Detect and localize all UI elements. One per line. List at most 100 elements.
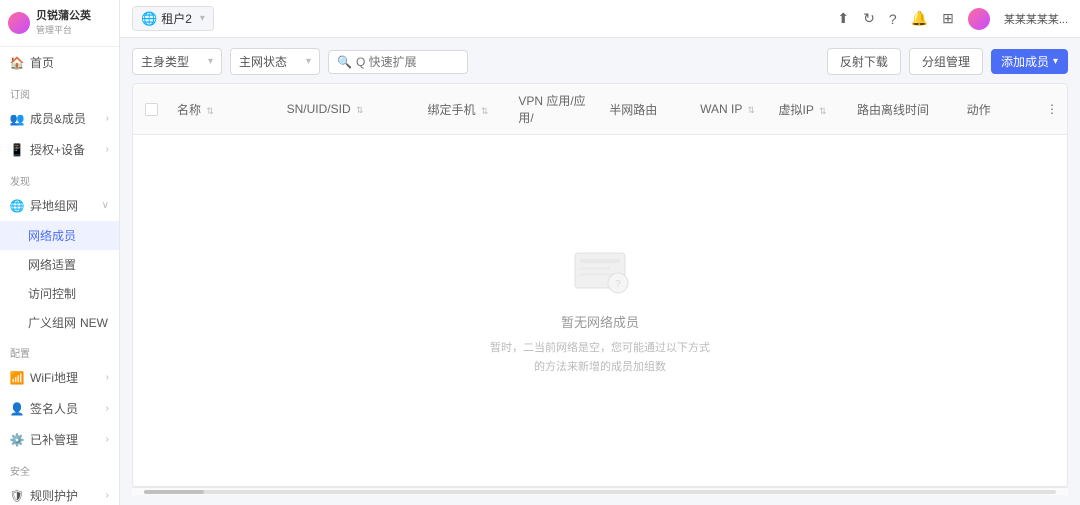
status-filter-label: 主网状态 [239, 53, 287, 70]
arrow-manage: › [106, 434, 109, 445]
empty-title-text: 暂无网络成员 [561, 312, 639, 331]
sidebar-section-config: 配置 [0, 337, 119, 362]
sidebar-item-members[interactable]: 👥 成员&成员 › [0, 103, 119, 134]
chevron-down-icon-status: ▾ [306, 56, 311, 67]
sidebar-item-visitor[interactable]: 👤 签名人员 › [0, 393, 119, 424]
add-member-button[interactable]: 添加成员 ▾ [991, 49, 1068, 74]
sidebar-label-manage: 已补管理 [30, 431, 78, 448]
group-manage-button[interactable]: 分组管理 [909, 48, 983, 75]
data-table: 名称 ⇅ SN/UID/SID ⇅ 绑定手机 ⇅ VPN 应用/应用/ 半网路由 [132, 83, 1068, 487]
sidebar-label-firewall: 规则护护 [30, 487, 78, 504]
app-subtitle: 管理平台 [36, 23, 91, 36]
select-all-checkbox[interactable] [145, 103, 158, 116]
arrow-firewall: › [106, 490, 109, 501]
sub-label-network-config: 网络适置 [28, 258, 76, 272]
scrollbar-area [132, 487, 1068, 495]
username-label[interactable]: 某某某某某... [1004, 11, 1068, 27]
chevron-down-icon-type: ▾ [208, 56, 213, 67]
sidebar-item-devices[interactable]: 📱 授权+设备 › [0, 134, 119, 165]
header-col-lanip: 虚拟IP ⇅ [771, 101, 849, 118]
header-col-vpn: VPN 应用/应用/ [510, 92, 601, 126]
arrow-icon-2: › [106, 144, 109, 155]
chevron-down-icon: ∨ [102, 200, 109, 211]
arrow-visitor: › [106, 403, 109, 414]
sidebar-section-discover: 发现 [0, 165, 119, 190]
bell-icon[interactable]: 🔔 [911, 10, 928, 27]
sidebar-label-visitor: 签名人员 [30, 400, 78, 417]
status-filter-select[interactable]: 主网状态 ▾ [230, 48, 320, 75]
upload-icon[interactable]: ⬆ [837, 10, 849, 27]
arrow-wifi: › [106, 372, 109, 383]
logo-icon [8, 12, 30, 34]
sidebar-item-home[interactable]: 🏠 首页 [0, 47, 119, 78]
empty-desc-text: 暂时，二当前网络是空，您可能通过以下方式 的方法来新增的成员加组数 [490, 339, 710, 376]
sidebar-item-access-control[interactable]: 访问控制 [0, 279, 119, 308]
sub-label-node-group: 广义组网 [28, 314, 76, 331]
sidebar-label-members: 成员&成员 [30, 110, 86, 127]
sidebar-item-firewall[interactable]: 🛡 规则护护 › [0, 480, 119, 505]
app-logo: 贝锐蒲公英 管理平台 [0, 0, 119, 47]
header-col-route: 半网路由 [601, 101, 692, 118]
search-input[interactable] [356, 55, 456, 69]
chevron-down-icon-add: ▾ [1053, 56, 1058, 67]
sidebar-item-network-config[interactable]: 网络适置 [0, 250, 119, 279]
header-more-button[interactable]: ⋮ [1037, 102, 1067, 116]
sidebar-section-subscribe: 订阅 [0, 78, 119, 103]
sort-icon-name[interactable]: ⇅ [206, 106, 214, 116]
header-col-phone: 绑定手机 ⇅ [419, 101, 510, 118]
avatar[interactable] [968, 8, 990, 30]
scrollbar-track [144, 490, 1056, 494]
refresh-icon[interactable]: ↻ [863, 10, 875, 27]
sort-icon-phone[interactable]: ⇅ [481, 106, 489, 116]
help-icon[interactable]: ? [889, 11, 897, 27]
header-col-action: 动作 [959, 101, 1037, 118]
members-icon: 👥 [10, 112, 24, 126]
sidebar-label-wifi: WiFi地理 [30, 369, 78, 386]
sidebar-item-manage[interactable]: ⚙️ 已补管理 › [0, 424, 119, 455]
sort-icon-wanip[interactable]: ⇅ [747, 105, 755, 115]
visitor-icon: 👤 [10, 402, 24, 416]
arrow-icon: › [106, 113, 109, 124]
content-area: 主身类型 ▾ 主网状态 ▾ 🔍 反射下载 分组管理 添加成员 ▾ [120, 38, 1080, 505]
scrollbar-thumb[interactable] [144, 490, 204, 494]
sort-icon-lanip[interactable]: ⇅ [819, 106, 827, 116]
sidebar-item-network-devices[interactable]: 网络成员 [0, 221, 119, 250]
header-col-name: 名称 ⇅ [169, 101, 279, 118]
search-input-container[interactable]: 🔍 [328, 50, 468, 74]
devices-icon: 📱 [10, 143, 24, 157]
globe-icon: 🌐 [141, 11, 157, 27]
sidebar-item-network[interactable]: 🌐 异地组网 ∨ [0, 190, 119, 221]
export-button[interactable]: 反射下载 [827, 48, 901, 75]
sort-icon-sn[interactable]: ⇅ [356, 105, 364, 115]
sidebar-item-wifi[interactable]: 📶 WiFi地理 › [0, 362, 119, 393]
type-filter-label: 主身类型 [141, 53, 189, 70]
main-content: 🌐 租户2 ▾ ⬆ ↻ ? 🔔 ⊞ 某某某某某... 主身类型 ▾ 主网状态 ▾ [120, 0, 1080, 505]
home-icon: 🏠 [10, 56, 24, 70]
header-col-time: 路由离线时间 [849, 101, 959, 118]
sub-label-access-control: 访问控制 [28, 287, 76, 301]
table-header-row: 名称 ⇅ SN/UID/SID ⇅ 绑定手机 ⇅ VPN 应用/应用/ 半网路由 [133, 84, 1067, 135]
grid-icon[interactable]: ⊞ [942, 10, 954, 27]
sidebar-section-safety: 安全 [0, 455, 119, 480]
sidebar: 贝锐蒲公英 管理平台 🏠 首页 订阅 👥 成员&成员 › 📱 授权+设备 › 发… [0, 0, 120, 505]
topbar: 🌐 租户2 ▾ ⬆ ↻ ? 🔔 ⊞ 某某某某某... [120, 0, 1080, 38]
chevron-down-icon-location: ▾ [200, 13, 205, 24]
add-member-label: 添加成员 [1001, 53, 1049, 70]
search-icon: 🔍 [337, 55, 352, 69]
new-badge: NEW [80, 316, 108, 330]
topbar-icons: ⬆ ↻ ? 🔔 ⊞ 某某某某某... [837, 8, 1068, 30]
filter-bar: 主身类型 ▾ 主网状态 ▾ 🔍 反射下载 分组管理 添加成员 ▾ [132, 48, 1068, 75]
sub-label-network-devices: 网络成员 [28, 229, 76, 243]
sidebar-item-node-group[interactable]: 广义组网 NEW [0, 308, 119, 337]
sidebar-label-devices: 授权+设备 [30, 141, 85, 158]
header-col-sn: SN/UID/SID ⇅ [279, 102, 420, 116]
location-selector[interactable]: 🌐 租户2 ▾ [132, 6, 214, 31]
location-label: 租户2 [161, 10, 192, 27]
type-filter-select[interactable]: 主身类型 ▾ [132, 48, 222, 75]
wifi-icon: 📶 [10, 371, 24, 385]
manage-icon: ⚙️ [10, 433, 24, 447]
shield-icon: 🛡 [10, 489, 24, 503]
sidebar-label-network: 异地组网 [30, 197, 78, 214]
header-col-wanip: WAN IP ⇅ [692, 102, 770, 116]
app-name: 贝锐蒲公英 [36, 10, 91, 23]
